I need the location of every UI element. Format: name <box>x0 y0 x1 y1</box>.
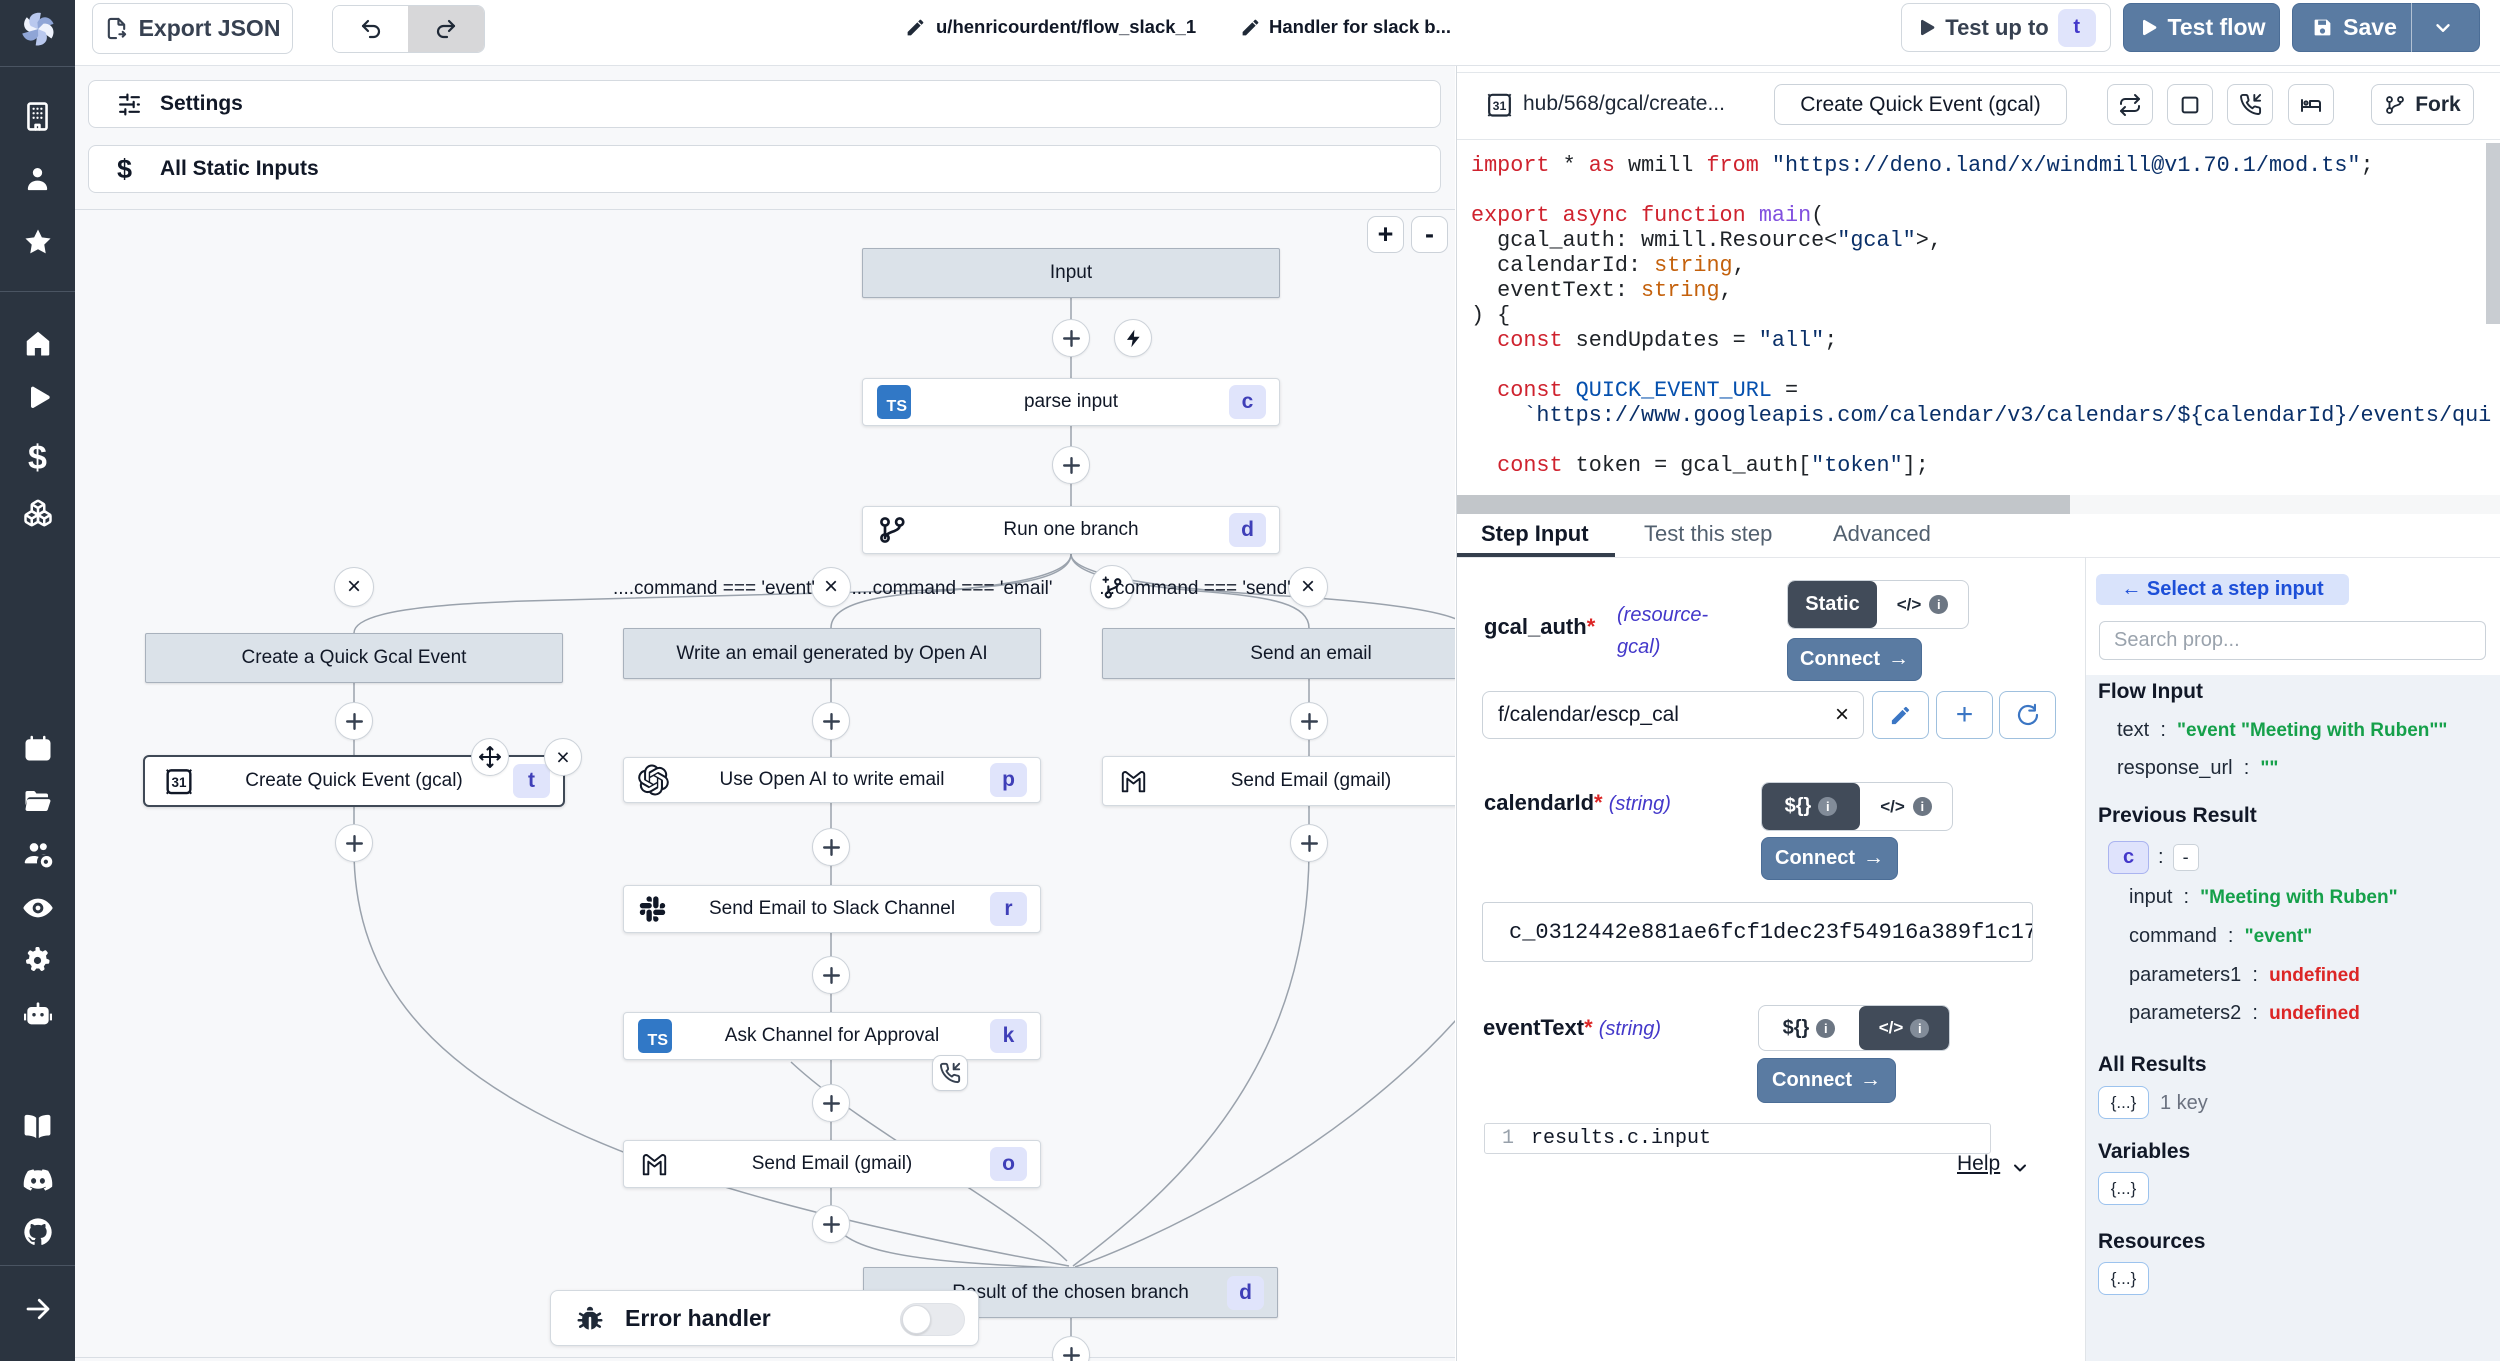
svg-text:31: 31 <box>172 775 187 790</box>
svg-text:31: 31 <box>1493 99 1507 113</box>
